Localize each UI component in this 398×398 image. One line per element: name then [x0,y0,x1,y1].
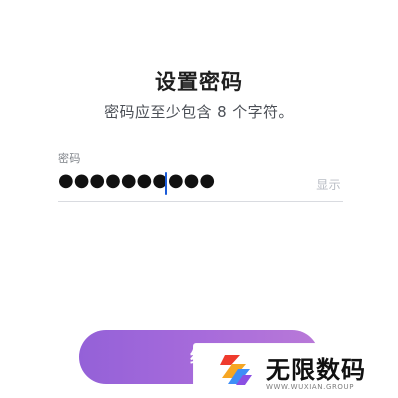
password-field-label: 密码 [58,152,81,165]
show-password-toggle[interactable]: 显示 [316,176,341,193]
password-setup-screen: 设置密码 密码应至少包含 8 个字符。 密码 ●●●●●●●●●● 显示 继 无… [0,0,398,398]
watermark-overlay: 无限数码 WWW.WUXIAN.GROUP [194,344,398,398]
watermark-title: 无限数码 [266,356,366,384]
watermark-subtitle: WWW.WUXIAN.GROUP [266,383,355,391]
watermark-logo-icon [216,351,254,389]
password-field[interactable]: ●●●●●●●●●● 显示 [58,168,343,202]
password-requirement-text: 密码应至少包含 8 个字符。 [104,103,294,121]
text-caret [165,172,167,195]
page-title: 设置密码 [155,70,243,94]
password-value[interactable]: ●●●●●●●●●● [58,169,215,193]
